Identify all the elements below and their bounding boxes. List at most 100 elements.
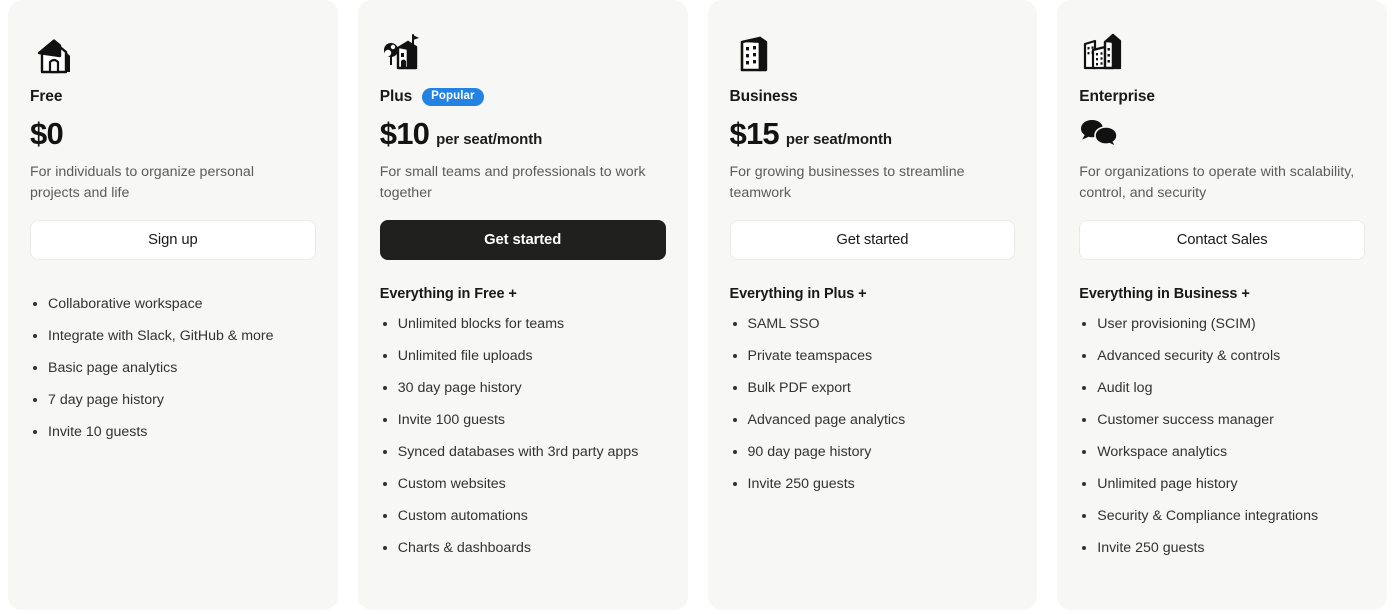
feature-item: Integrate with Slack, GitHub & more (30, 326, 292, 346)
feature-label: User provisioning (SCIM) (1097, 316, 1256, 332)
feature-label: Synced databases with 3rd party apps (397, 444, 639, 460)
features-list-free: Collaborative workspace Integrate with S… (30, 268, 316, 454)
plan-header-plus: Plus Popular (380, 86, 666, 108)
bullet-icon (1082, 322, 1087, 326)
feature-item: 90 day page history (730, 442, 992, 462)
bullet-icon (382, 514, 387, 518)
bullet-icon (33, 398, 37, 402)
feature-label: 30 day page history (397, 380, 522, 396)
bullet-icon (1082, 546, 1087, 550)
bullet-icon (33, 366, 37, 370)
plan-header-business: Business (730, 86, 1016, 108)
city-buildings-icon (1079, 22, 1365, 76)
feature-item: 30 day page history (380, 378, 642, 398)
feature-item: Basic page analytics (30, 358, 292, 378)
bullet-icon (382, 482, 387, 486)
feature-item: Charts & dashboards (380, 538, 642, 558)
features-heading: Everything in Plus + (729, 286, 867, 302)
feature-label: Unlimited file uploads (397, 348, 533, 364)
feature-item: Unlimited blocks for teams (380, 314, 642, 334)
feature-label: Private teamspaces (747, 348, 873, 364)
bullet-icon (732, 322, 737, 326)
plan-description: For individuals to organize personal pro… (30, 164, 254, 201)
feature-item: SAML SSO (730, 314, 992, 334)
bullet-icon (732, 418, 737, 422)
bullet-icon (382, 546, 387, 550)
contact-sales-button[interactable]: Contact Sales (1079, 220, 1365, 260)
feature-label: Advanced page analytics (747, 412, 906, 428)
feature-item: Invite 250 guests (730, 474, 992, 494)
bullet-icon (33, 430, 37, 434)
plan-price-unit: per seat/month (785, 131, 892, 148)
sign-up-button[interactable]: Sign up (30, 220, 316, 260)
plan-card-enterprise: Enterprise For organizations to operate … (1057, 0, 1387, 610)
feature-label: Customer success manager (1097, 412, 1274, 428)
plan-price-amount: $0 (30, 116, 64, 151)
house-icon (30, 22, 316, 76)
feature-item: Unlimited file uploads (380, 346, 642, 366)
bullet-icon (732, 386, 737, 390)
feature-label: Audit log (1097, 380, 1153, 396)
feature-label: Basic page analytics (48, 360, 178, 376)
plan-description: For organizations to operate with scalab… (1079, 164, 1355, 201)
get-started-button[interactable]: Get started (379, 220, 666, 260)
feature-label: Unlimited blocks for teams (397, 316, 565, 332)
feature-item: Synced databases with 3rd party apps (380, 442, 642, 462)
bullet-icon (382, 418, 387, 422)
feature-item: Advanced security & controls (1079, 346, 1341, 366)
feature-item: 7 day page history (30, 390, 292, 410)
plan-description: For growing businesses to streamline tea… (729, 164, 965, 201)
get-started-button[interactable]: Get started (729, 220, 1016, 260)
bullet-icon (382, 354, 387, 358)
features-heading: Everything in Free + (379, 286, 517, 302)
bullet-icon (33, 334, 37, 338)
plan-name: Business (729, 88, 798, 105)
feature-item: Custom websites (380, 474, 642, 494)
feature-label: Integrate with Slack, GitHub & more (48, 328, 274, 344)
pricing-plans-grid: Free $0 For individuals to organize pers… (0, 0, 1395, 614)
plan-card-business: Business $15 per seat/month For growing … (707, 0, 1038, 610)
bullet-icon (382, 386, 387, 390)
feature-label: 90 day page history (747, 444, 872, 460)
feature-label: Invite 250 guests (1097, 540, 1205, 556)
feature-item: Security & Compliance integrations (1079, 506, 1341, 526)
feature-label: Invite 10 guests (48, 424, 148, 440)
speech-bubbles-icon (1079, 118, 1121, 153)
feature-item: Workspace analytics (1079, 442, 1341, 462)
bullet-icon (732, 450, 737, 454)
plan-description: For small teams and professionals to wor… (379, 164, 646, 201)
feature-label: Bulk PDF export (747, 380, 851, 396)
bullet-icon (1082, 514, 1087, 518)
bullet-icon (33, 302, 37, 306)
feature-label: Security & Compliance integrations (1097, 508, 1319, 524)
features-list-plus: Unlimited blocks for teams Unlimited fil… (380, 314, 666, 570)
house-with-tree-icon (380, 22, 666, 76)
plan-price-unit: per seat/month (436, 131, 543, 148)
bullet-icon (732, 482, 737, 486)
feature-label: Invite 100 guests (397, 412, 506, 428)
bullet-icon (1082, 482, 1087, 486)
feature-label: Unlimited page history (1097, 476, 1238, 492)
plan-card-plus: Plus Popular $10 per seat/month For smal… (357, 0, 688, 610)
bullet-icon (732, 354, 737, 358)
popular-badge: Popular (422, 87, 484, 107)
office-building-icon (730, 22, 1016, 76)
plan-card-free: Free $0 For individuals to organize pers… (8, 0, 338, 610)
feature-item: Collaborative workspace (30, 294, 292, 314)
plan-price-row: $10 per seat/month (380, 116, 666, 154)
plan-price-row: $15 per seat/month (730, 116, 1016, 154)
bullet-icon (1082, 450, 1087, 454)
feature-item: Unlimited page history (1079, 474, 1341, 494)
feature-item: Bulk PDF export (730, 378, 992, 398)
bullet-icon (382, 322, 387, 326)
feature-item: Private teamspaces (730, 346, 992, 366)
plan-header-enterprise: Enterprise (1079, 86, 1365, 108)
features-list-enterprise: User provisioning (SCIM) Advanced securi… (1079, 314, 1365, 570)
feature-label: SAML SSO (747, 316, 820, 332)
plan-header-free: Free (30, 86, 316, 108)
feature-item: Advanced page analytics (730, 410, 992, 430)
feature-label: Invite 250 guests (747, 476, 855, 492)
feature-item: User provisioning (SCIM) (1079, 314, 1341, 334)
feature-label: Workspace analytics (1097, 444, 1228, 460)
features-list-business: SAML SSO Private teamspaces Bulk PDF exp… (730, 314, 1016, 506)
